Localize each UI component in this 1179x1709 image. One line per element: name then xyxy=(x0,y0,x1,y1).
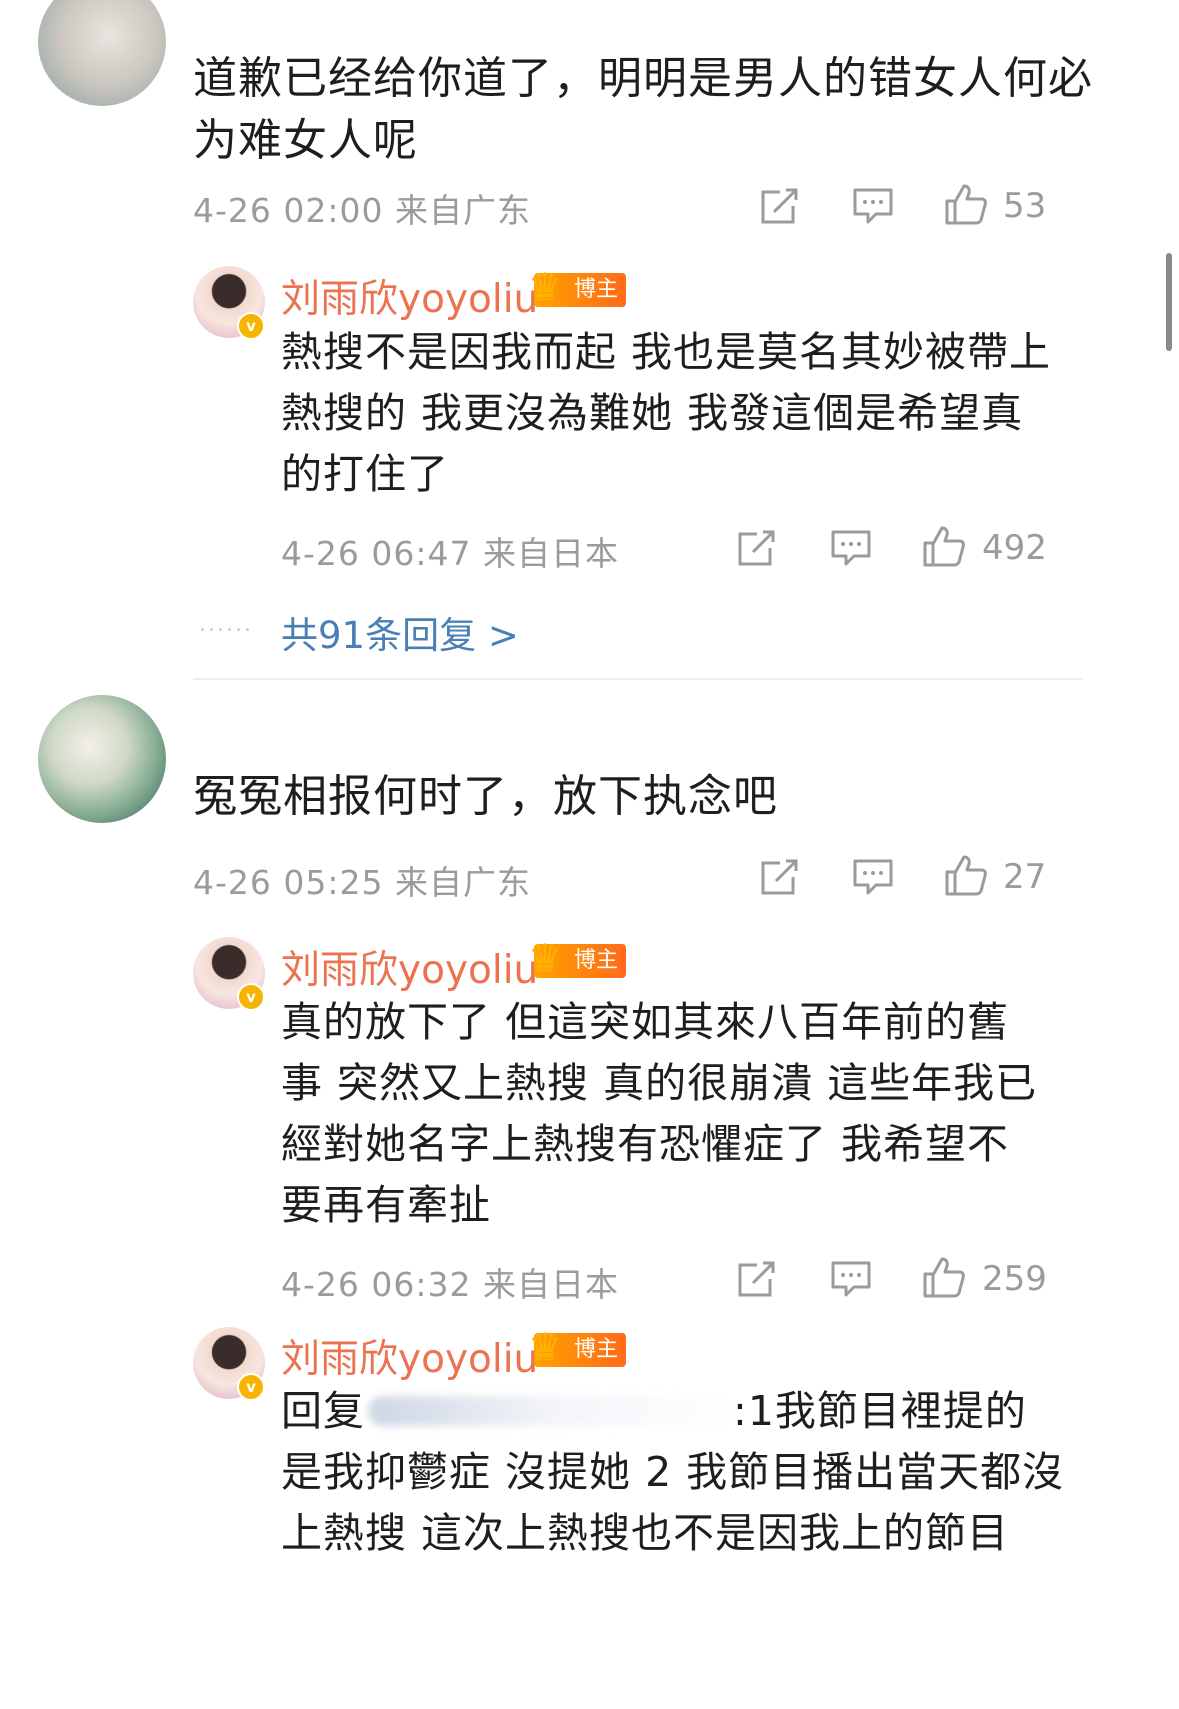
verified-badge-icon: v xyxy=(237,312,265,340)
reply-location: 来自日本 xyxy=(483,1265,619,1304)
blogger-badge: ♛ 博主 xyxy=(528,936,627,980)
like-count: 259 xyxy=(982,1259,1047,1299)
comment-location: 来自广东 xyxy=(395,191,531,230)
author-name[interactable]: 刘雨欣yoyoliu xyxy=(281,939,538,995)
redacted-username xyxy=(368,1396,738,1426)
comment-text: 冤冤相报何时了，放下执念吧 xyxy=(193,771,778,822)
comment-timestamp: 4-26 02:00 来自广东 xyxy=(193,191,531,230)
verified-badge-icon: v xyxy=(237,983,265,1011)
thumbs-up-icon[interactable] xyxy=(944,853,988,901)
comment-timestamp: 4-26 05:25 来自广东 xyxy=(193,863,531,902)
comment-text: 道歉已经给你道了，明明是男人的错女人何必 为难女人呢 xyxy=(193,53,1093,166)
commenter-avatar[interactable] xyxy=(38,0,166,106)
crown-icon: ♛ xyxy=(528,1325,563,1369)
share-icon[interactable] xyxy=(737,528,777,572)
reply-text: 真的放下了 但這突如其來八百年前的舊 事 突然又上熱搜 真的很崩潰 這些年我已 … xyxy=(281,998,1038,1229)
comment-icon[interactable] xyxy=(852,186,894,230)
crown-icon: ♛ xyxy=(528,265,563,309)
thumbs-up-icon[interactable] xyxy=(922,524,966,572)
commenter-avatar[interactable] xyxy=(38,695,166,823)
reply-text: 熱搜不是因我而起 我也是莫名其妙被帶上 熱搜的 我更沒為難她 我發這個是希望真 … xyxy=(281,328,1052,498)
blogger-badge: ♛ 博主 xyxy=(528,1325,627,1369)
ellipsis-icon: ...... xyxy=(199,612,253,637)
author-name[interactable]: 刘雨欣yoyoliu xyxy=(281,268,538,324)
reply-timestamp: 4-26 06:32 来自日本 xyxy=(281,1265,619,1304)
like-count: 27 xyxy=(1003,857,1047,897)
share-icon[interactable] xyxy=(737,1259,777,1303)
verified-badge-icon: v xyxy=(237,1373,265,1401)
share-icon[interactable] xyxy=(760,857,800,901)
divider xyxy=(193,678,1083,680)
blogger-badge: ♛ 博主 xyxy=(528,265,627,309)
thumbs-up-icon[interactable] xyxy=(944,182,988,230)
view-all-replies-link[interactable]: 共91条回复 > xyxy=(281,605,519,659)
comment-icon[interactable] xyxy=(852,857,894,901)
reply-location: 来自日本 xyxy=(483,534,619,573)
reply-tail: :1我節目裡提的 xyxy=(733,1387,1027,1435)
crown-icon: ♛ xyxy=(528,936,563,980)
thumbs-up-icon[interactable] xyxy=(922,1255,966,1303)
like-count: 492 xyxy=(982,528,1047,568)
comment-location: 来自广东 xyxy=(395,863,531,902)
share-icon[interactable] xyxy=(760,186,800,230)
reply-timestamp: 4-26 06:47 来自日本 xyxy=(281,534,619,573)
comment-icon[interactable] xyxy=(830,1259,872,1303)
like-count: 53 xyxy=(1003,186,1047,226)
comment-icon[interactable] xyxy=(830,528,872,572)
author-name[interactable]: 刘雨欣yoyoliu xyxy=(281,1328,538,1384)
scrollbar[interactable] xyxy=(1166,253,1172,351)
reply-prefix: 回复 xyxy=(281,1387,365,1435)
